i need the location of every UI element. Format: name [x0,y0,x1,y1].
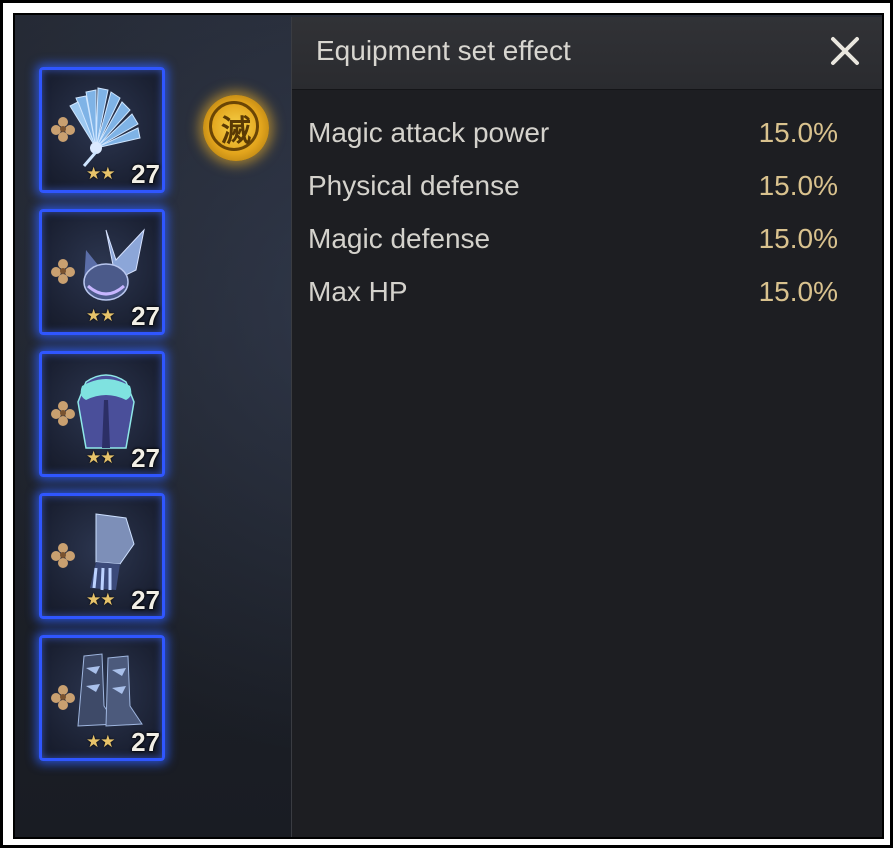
panel-header: Equipment set effect [292,17,882,90]
star-rating: ★★ [86,590,116,610]
stat-name: Max HP [308,276,408,307]
item-level: 27 [131,727,160,757]
stat-value: 15.0% [758,170,838,201]
stat-value: 15.0% [758,223,838,254]
stat-row: Magic attack power 15.0% [308,117,838,161]
star-rating: ★★ [86,448,116,468]
screenshot-frame: ★★ 27 ★★ 27 ★★ 27 ★★ 27 ★★ 27 滅 Equipmen… [0,0,893,848]
star-rating: ★★ [86,732,116,752]
item-level: 27 [131,443,160,473]
star-rating: ★★ [86,306,116,326]
stat-row: Max HP 15.0% [308,276,838,320]
game-window: ★★ 27 ★★ 27 ★★ 27 ★★ 27 ★★ 27 滅 Equipmen… [13,13,884,839]
flower-ornament-icon [51,401,75,426]
flower-ornament-icon [51,259,75,284]
stat-row: Magic defense 15.0% [308,223,838,267]
stat-name: Magic attack power [308,117,550,148]
stat-value: 15.0% [758,117,838,148]
equipment-slot-weapon[interactable]: ★★ 27 [39,67,165,193]
equipment-slot-gloves[interactable]: ★★ 27 [39,493,165,619]
item-level: 27 [131,585,160,615]
flower-ornament-icon [51,685,75,710]
item-level: 27 [131,159,160,189]
flower-ornament-icon [51,543,75,568]
star-rating: ★★ [86,164,116,184]
set-seal-icon[interactable]: 滅 [203,95,269,161]
flower-ornament-icon [51,117,75,142]
stat-name: Magic defense [308,223,491,254]
item-level: 27 [131,301,160,331]
stat-value: 15.0% [758,276,838,307]
stat-row: Physical defense 15.0% [308,170,838,214]
set-effect-panel: Equipment set effect Magic attack power … [291,17,882,837]
close-icon[interactable] [825,31,865,71]
equipment-slot-armor[interactable]: ★★ 27 [39,351,165,477]
seal-glyph: 滅 [221,114,251,149]
stat-name: Physical defense [308,170,520,201]
equipment-slot-helmet[interactable]: ★★ 27 [39,209,165,335]
equipment-slot-boots[interactable]: ★★ 27 [39,635,165,761]
panel-title: Equipment set effect [316,35,571,66]
